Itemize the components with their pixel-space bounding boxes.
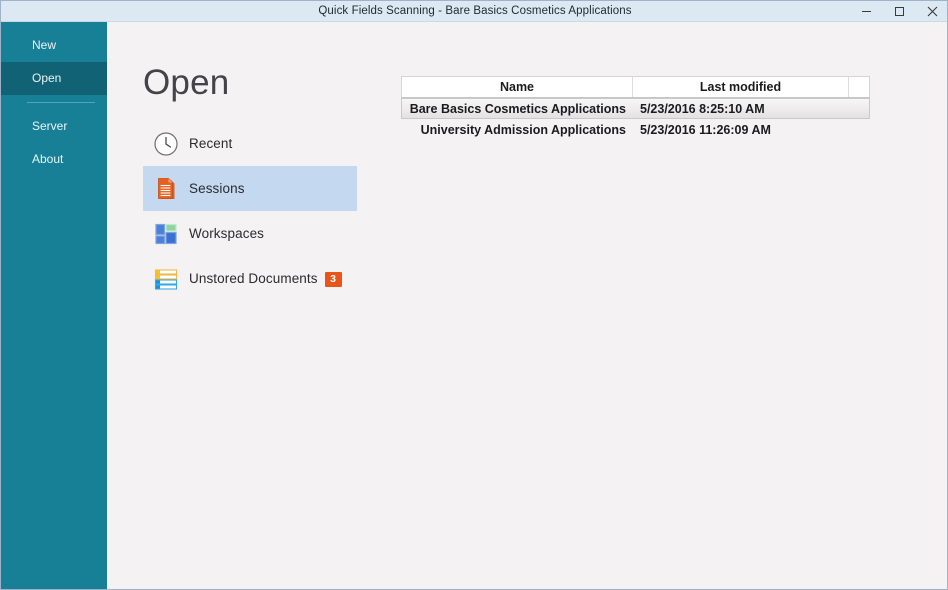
status-badge: 3 [325, 272, 342, 287]
nav-item-label: Sessions [189, 181, 245, 196]
window-title: Quick Fields Scanning - Bare Basics Cosm… [1, 1, 948, 21]
sidebar: New Open Server About [1, 22, 107, 590]
cell-last-modified: 5/23/2016 11:26:09 AM [633, 123, 849, 137]
cell-last-modified: 5/23/2016 8:25:10 AM [633, 102, 849, 116]
page-title: Open [143, 65, 229, 100]
title-bar: Quick Fields Scanning - Bare Basics Cosm… [1, 1, 948, 22]
column-header-last-modified[interactable]: Last modified [633, 77, 849, 97]
open-category-list: Recent [143, 121, 357, 301]
table-body: Bare Basics Cosmetics Applications 5/23/… [401, 98, 870, 140]
nav-item-workspaces[interactable]: Workspaces [143, 211, 357, 256]
sidebar-item-open[interactable]: Open [1, 62, 107, 95]
nav-item-sessions[interactable]: Sessions [143, 166, 357, 211]
column-header-spacer[interactable] [849, 77, 869, 97]
application-window: Quick Fields Scanning - Bare Basics Cosm… [0, 0, 948, 590]
maximize-button[interactable] [883, 1, 916, 21]
minimize-button[interactable] [850, 1, 883, 21]
table-row[interactable]: Bare Basics Cosmetics Applications 5/23/… [401, 98, 870, 119]
nav-item-recent[interactable]: Recent [143, 121, 357, 166]
sidebar-item-server[interactable]: Server [1, 110, 107, 143]
sidebar-item-about[interactable]: About [1, 143, 107, 176]
sidebar-divider [27, 102, 95, 103]
nav-item-label: Recent [189, 136, 232, 151]
main-content: Open Recent [107, 22, 947, 590]
nav-item-label: Workspaces [189, 226, 264, 241]
workspaces-icon [143, 211, 189, 256]
stacked-list-icon [143, 256, 189, 301]
sidebar-item-label: Open [32, 71, 61, 85]
nav-item-text: Unstored Documents [189, 271, 318, 286]
sidebar-item-label: Server [32, 119, 67, 133]
nav-item-unstored-documents[interactable]: Unstored Documents 3 [143, 256, 357, 301]
sidebar-item-label: New [32, 38, 56, 52]
file-list-table: Name Last modified Bare Basics Cosmetics… [401, 76, 870, 140]
clock-icon [143, 121, 189, 166]
document-icon [143, 166, 189, 211]
close-button[interactable] [916, 1, 948, 21]
window-controls [850, 1, 948, 21]
sidebar-item-label: About [32, 152, 63, 166]
nav-item-label: Unstored Documents 3 [189, 271, 342, 287]
table-row[interactable]: University Admission Applications 5/23/2… [401, 119, 870, 140]
table-header-row: Name Last modified [401, 76, 870, 98]
cell-name: University Admission Applications [402, 123, 633, 137]
cell-name: Bare Basics Cosmetics Applications [402, 102, 633, 116]
sidebar-item-new[interactable]: New [1, 29, 107, 62]
column-header-name[interactable]: Name [402, 77, 633, 97]
